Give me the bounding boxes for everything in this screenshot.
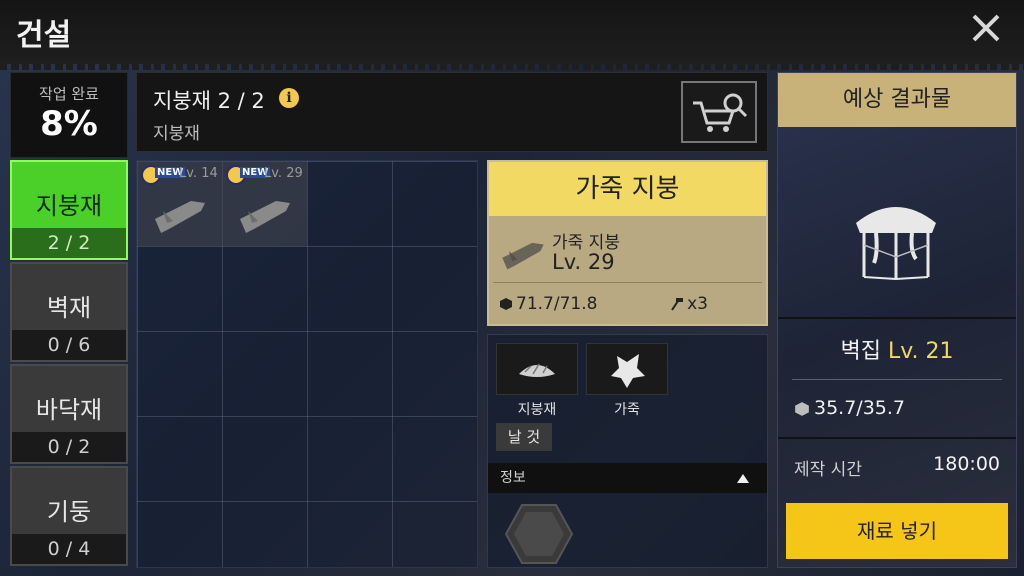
category-sidebar: 작업 완료 8% 지붕재 2 / 2 벽재 0 / 6 바닥재 0 / 2 기둥… (10, 72, 128, 572)
craft-time-value: 180:00 (933, 453, 1000, 475)
category-name: 기둥 (46, 498, 92, 526)
progress-label: 작업 완료 (39, 85, 99, 103)
category-floor[interactable]: 바닥재 0 / 2 (10, 364, 128, 464)
category-name: 바닥재 (35, 396, 103, 424)
divider (493, 282, 762, 283)
top-bar: 건설 (0, 0, 1024, 70)
category-pillar[interactable]: 기둥 0 / 4 (10, 466, 128, 566)
roof-piece-icon (155, 201, 205, 233)
slot-level: Lv. 29 (264, 166, 303, 181)
divider (778, 317, 1016, 319)
material-leather[interactable]: 가죽 (586, 343, 668, 419)
raw-filter-button[interactable]: 날 것 (496, 423, 552, 451)
info-icon[interactable]: i (279, 88, 299, 108)
result-item-level: Lv. 21 (887, 339, 954, 364)
expected-result-panel: 예상 결과물 벽집 Lv. 21 35.7/35.7 제작 시간 180:00 … (777, 72, 1017, 568)
cart-search-icon (693, 93, 748, 132)
section-header: 지붕재 2 / 2 i 지붕재 (136, 72, 768, 152)
inventory-grid: NEW Lv. 14 NEW Lv. 29 (136, 160, 478, 568)
progress-box: 작업 완료 8% (10, 72, 128, 158)
material-label: 가죽 (614, 402, 640, 418)
category-name: 지붕재 (35, 192, 103, 220)
close-icon[interactable] (968, 10, 1004, 46)
material-label: 지붕재 (517, 402, 557, 418)
inventory-slot[interactable]: NEW Lv. 29 (222, 161, 307, 246)
cube-icon (500, 298, 512, 310)
material-slot (496, 343, 578, 395)
leather-icon (611, 354, 645, 388)
roof-piece-icon (502, 242, 544, 270)
category-count: 0 / 4 (12, 534, 126, 564)
durability-stat: 71.7/71.8 (499, 294, 597, 314)
result-durability-value: 35.7/35.7 (814, 397, 906, 419)
result-item-name: 벽집 (840, 339, 881, 364)
selected-item-title: 가죽 지붕 (489, 162, 766, 216)
info-section-label: 정보 (500, 470, 526, 486)
divider (792, 379, 1002, 380)
material-roofing[interactable]: 지붕재 (496, 343, 578, 419)
result-name: 벽집 Lv. 21 (778, 333, 1016, 365)
cube-icon (795, 402, 809, 416)
insert-materials-button[interactable]: 재료 넣기 (786, 503, 1008, 559)
selected-item-card: 가죽 지붕 가죽 지붕 Lv. 29 71.7/71.8 x3 (487, 160, 768, 326)
divider (778, 437, 1016, 439)
craft-time-label: 제작 시간 (794, 460, 862, 480)
category-count: 0 / 6 (12, 330, 126, 360)
hammer-icon (671, 298, 684, 311)
section-subtitle: 지붕재 (153, 124, 200, 144)
durability-value: 71.7/71.8 (516, 294, 598, 314)
progress-value: 8% (40, 104, 98, 144)
info-section-toggle[interactable]: 정보 (488, 463, 767, 493)
thatch-icon (519, 363, 555, 377)
inventory-slot[interactable]: NEW Lv. 14 (137, 161, 222, 246)
result-durability: 35.7/35.7 (794, 397, 905, 419)
materials-panel: 지붕재 가죽 날 것 정보 (487, 334, 768, 568)
hexagon-slot-icon[interactable] (504, 503, 574, 565)
category-name: 벽재 (46, 294, 92, 322)
category-wall[interactable]: 벽재 0 / 6 (10, 262, 128, 362)
section-title: 지붕재 2 / 2 (153, 89, 265, 113)
use-count-value: x3 (687, 294, 708, 314)
use-count: x3 (670, 294, 708, 314)
shop-search-button[interactable] (681, 81, 757, 143)
result-title: 예상 결과물 (778, 73, 1016, 127)
slot-level: Lv. 14 (179, 166, 218, 181)
collapse-arrow-icon (737, 474, 749, 483)
hut-icon (856, 207, 936, 281)
roof-piece-icon (240, 201, 290, 233)
category-count: 2 / 2 (12, 228, 126, 258)
window-title: 건설 (16, 18, 72, 53)
category-count: 0 / 2 (12, 432, 126, 462)
material-slot (586, 343, 668, 395)
category-roofing[interactable]: 지붕재 2 / 2 (10, 160, 128, 260)
selected-item-level: Lv. 29 (552, 250, 615, 274)
